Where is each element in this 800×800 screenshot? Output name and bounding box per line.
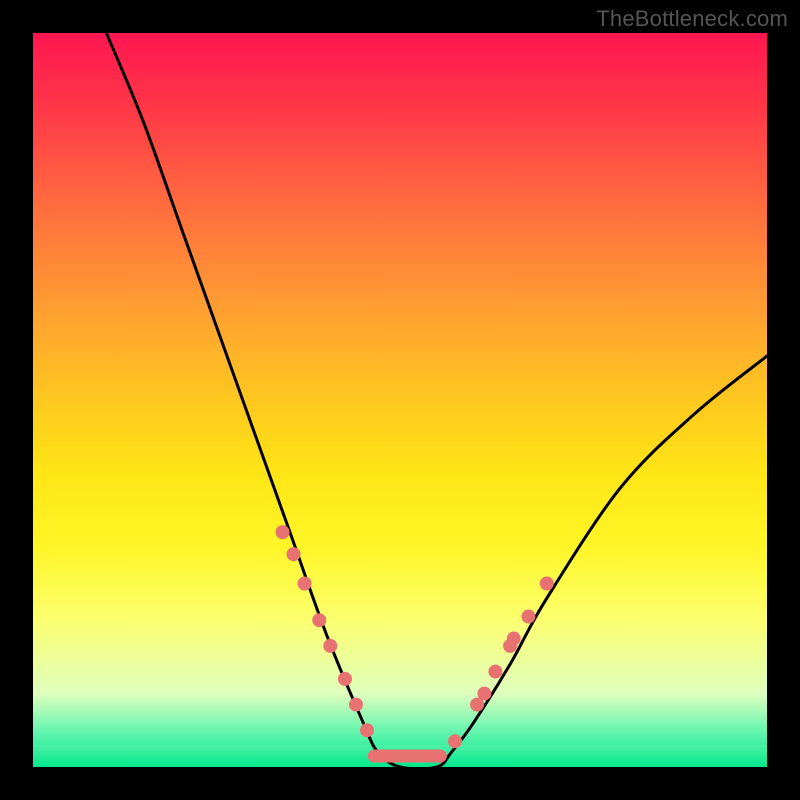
curve-marker-dot (507, 632, 521, 646)
watermark-text: TheBottleneck.com (596, 6, 788, 32)
curve-marker-dot (448, 734, 462, 748)
curve-marker-dot (540, 577, 554, 591)
curve-marker-dot (360, 723, 374, 737)
curve-marker-dot (477, 687, 491, 701)
curve-marker-dot (287, 547, 301, 561)
curve-marker-dot (298, 577, 312, 591)
chart-frame: TheBottleneck.com (0, 0, 800, 800)
curve-marker-dot (276, 525, 290, 539)
right-curve-markers (448, 577, 554, 749)
bottleneck-curve (106, 33, 767, 767)
curve-svg (33, 33, 767, 767)
curve-marker-dot (323, 639, 337, 653)
curve-marker-dot (312, 613, 326, 627)
curve-marker-dot (488, 665, 502, 679)
curve-marker-dot (521, 610, 535, 624)
curve-marker-dot (349, 698, 363, 712)
plot-area (33, 33, 767, 767)
curve-marker-dot (338, 672, 352, 686)
